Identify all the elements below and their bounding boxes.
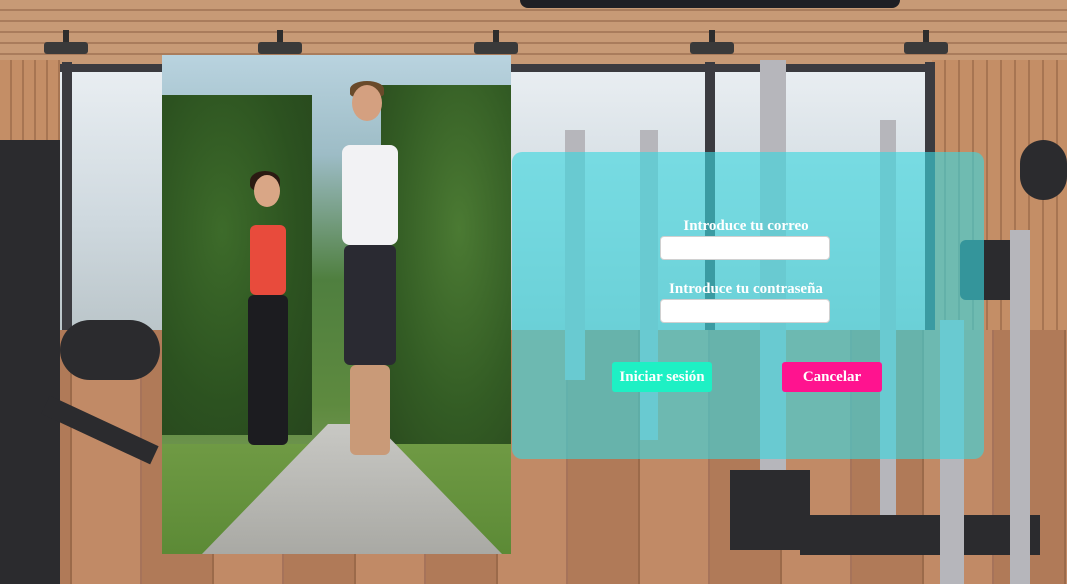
ceiling-lamp xyxy=(474,30,518,56)
email-label: Introduce tu correo xyxy=(683,218,809,234)
man-runner xyxy=(330,81,410,545)
runners-photo xyxy=(162,55,511,554)
woman-runner xyxy=(236,171,296,445)
cancel-button[interactable]: Cancelar xyxy=(782,362,882,392)
email-input[interactable] xyxy=(660,236,830,260)
top-bar xyxy=(520,0,900,8)
password-input[interactable] xyxy=(660,299,830,323)
password-label: Introduce tu contraseña xyxy=(669,281,823,297)
ceiling-lamp xyxy=(44,30,88,56)
elliptical-wheel xyxy=(1020,140,1067,200)
login-panel: Introduce tu correo Introduce tu contras… xyxy=(512,152,984,459)
login-button[interactable]: Iniciar sesión xyxy=(612,362,712,392)
ceiling-lamp xyxy=(690,30,734,56)
ceiling-lamp xyxy=(904,30,948,56)
weight-plate xyxy=(60,320,160,380)
elliptical-base xyxy=(800,515,1040,555)
machine-base xyxy=(730,470,810,550)
ceiling-lamp xyxy=(258,30,302,56)
elliptical-post xyxy=(1010,230,1030,584)
weight-machine xyxy=(0,140,60,584)
